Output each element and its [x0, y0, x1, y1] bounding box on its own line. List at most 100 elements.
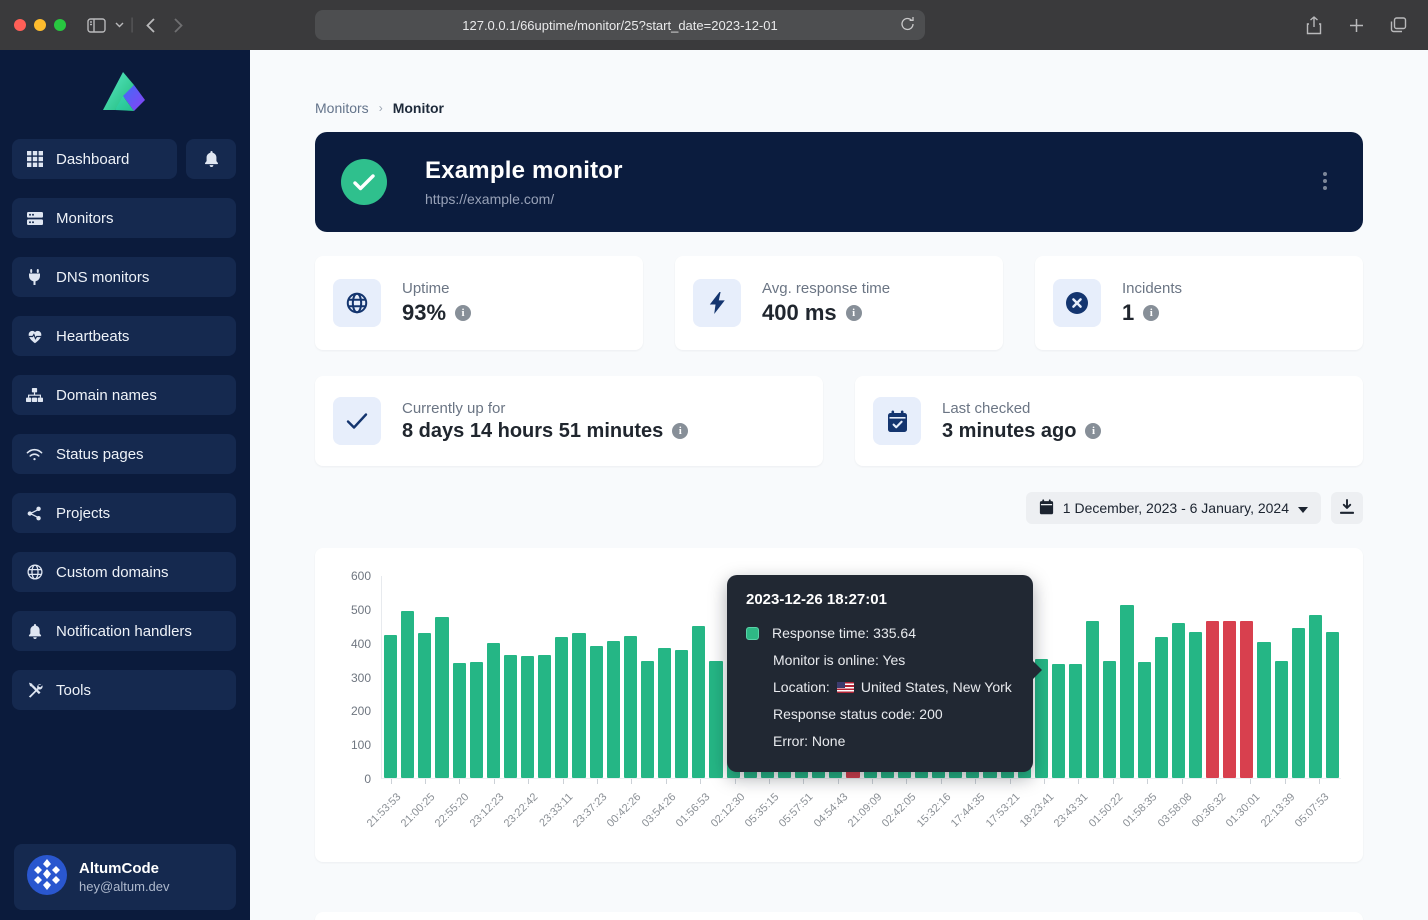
chart-bar[interactable] [1292, 628, 1305, 778]
download-icon [1340, 499, 1354, 517]
chart-bar[interactable] [1138, 662, 1151, 778]
tooltip-status-code: Response status code: 200 [746, 701, 1012, 728]
chart-bar[interactable] [1069, 664, 1082, 778]
sidebar-item-custom-domains[interactable]: Custom domains [12, 552, 236, 592]
forward-button[interactable] [164, 11, 192, 39]
x-tick-mark [597, 779, 598, 784]
chart-bar[interactable] [641, 661, 654, 778]
chart-bar[interactable] [1103, 661, 1116, 778]
chart-bar[interactable] [1309, 615, 1322, 778]
chart-bar[interactable] [1172, 623, 1185, 778]
account-card[interactable]: AltumCode hey@altum.dev [14, 844, 236, 910]
sidebar-item-monitors[interactable]: Monitors [12, 198, 236, 238]
chart-bar[interactable] [435, 617, 448, 778]
chart-bar[interactable] [1326, 632, 1339, 778]
chart-bar[interactable] [538, 655, 551, 778]
reload-icon[interactable] [900, 16, 915, 35]
x-tick-label: 21:09:09 [846, 791, 885, 830]
x-tick-label: 15:32:16 [915, 791, 954, 830]
monitor-options-menu-icon[interactable] [1319, 168, 1331, 194]
info-icon[interactable]: i [672, 423, 688, 439]
sidebar-toggle-icon[interactable] [82, 11, 110, 39]
chart-tooltip: 2023-12-26 18:27:01 Response time: 335.6… [727, 575, 1033, 772]
tab-overview-icon[interactable] [1384, 11, 1412, 39]
sidebar-item-notification-handlers[interactable]: Notification handlers [12, 611, 236, 651]
y-tick-label: 500 [351, 603, 371, 617]
y-tick-label: 600 [351, 569, 371, 583]
chart-bar[interactable] [624, 636, 637, 778]
info-icon[interactable]: i [846, 305, 862, 321]
download-report-button[interactable] [1331, 492, 1363, 524]
x-tick-label: 17:53:21 [983, 791, 1022, 830]
chart-bar[interactable] [1275, 661, 1288, 778]
chevron-down-icon[interactable] [110, 11, 128, 39]
sidebar-item-dns-monitors[interactable]: DNS monitors [12, 257, 236, 297]
sidebar-item-status-pages[interactable]: Status pages [12, 434, 236, 474]
bell-icon [26, 624, 43, 639]
x-tick-label: 05:07:53 [1293, 791, 1332, 830]
globe-icon [333, 279, 381, 327]
minimize-window-button[interactable] [34, 19, 46, 31]
sidebar-item-tools[interactable]: Tools [12, 670, 236, 710]
next-section-card [315, 912, 1363, 920]
chart-bar[interactable] [555, 637, 568, 778]
sidebar: Dashboard Monitors DNS monitors [0, 50, 250, 920]
chart-bar[interactable] [1155, 637, 1168, 778]
chart-bar-down[interactable] [1240, 621, 1253, 778]
sidebar-item-heartbeats[interactable]: Heartbeats [12, 316, 236, 356]
window-controls [14, 19, 66, 31]
chart-bar[interactable] [607, 641, 620, 778]
calendar-icon [1039, 499, 1054, 518]
zoom-window-button[interactable] [54, 19, 66, 31]
chart-bar[interactable] [1189, 632, 1202, 778]
chart-bar[interactable] [658, 648, 671, 778]
monitor-header-card: Example monitor https://example.com/ [315, 132, 1363, 232]
x-tick-mark [803, 779, 804, 784]
x-tick-label: 22:55:20 [433, 791, 472, 830]
chart-bar[interactable] [675, 650, 688, 778]
chart-bar-down[interactable] [1223, 621, 1236, 778]
new-tab-icon[interactable] [1342, 11, 1370, 39]
breadcrumb-monitors-link[interactable]: Monitors [315, 100, 369, 116]
y-tick-label: 100 [351, 738, 371, 752]
sidebar-item-dashboard[interactable]: Dashboard [12, 139, 177, 179]
grid-icon [26, 151, 43, 167]
monitor-url[interactable]: https://example.com/ [425, 191, 623, 207]
tooltip-error: Error: None [746, 728, 1012, 755]
chart-bar[interactable] [504, 655, 517, 778]
chart-bar[interactable] [487, 643, 500, 778]
chart-bar[interactable] [692, 626, 705, 778]
date-range-picker[interactable]: 1 December, 2023 - 6 January, 2024 [1026, 492, 1321, 524]
chart-bar[interactable] [470, 662, 483, 778]
response-time-chart-card: 0100200300400500600 21:53:5321:00:2522:5… [315, 548, 1363, 862]
chart-bar[interactable] [418, 633, 431, 778]
chart-bar[interactable] [709, 661, 722, 778]
info-icon[interactable]: i [1085, 423, 1101, 439]
address-bar[interactable]: 127.0.0.1/66uptime/monitor/25?start_date… [315, 10, 925, 40]
info-icon[interactable]: i [455, 305, 471, 321]
chart-bar[interactable] [1052, 664, 1065, 778]
share-icon[interactable] [1300, 11, 1328, 39]
chart-bar-down[interactable] [1206, 621, 1219, 778]
chart-bar[interactable] [1086, 621, 1099, 778]
chart-bar[interactable] [453, 663, 466, 778]
x-tick-label: 21:00:25 [399, 791, 438, 830]
close-window-button[interactable] [14, 19, 26, 31]
chart-bar[interactable] [1120, 605, 1133, 778]
chart-bar[interactable] [521, 656, 534, 778]
x-tick-label: 23:22:42 [502, 791, 541, 830]
x-tick-label: 02:42:05 [880, 791, 919, 830]
chart-bar[interactable] [384, 635, 397, 778]
chart-bar[interactable] [401, 611, 414, 778]
sitemap-icon [26, 388, 43, 403]
notifications-button[interactable] [186, 139, 236, 179]
caret-down-icon [1298, 500, 1308, 516]
chart-bar[interactable] [572, 633, 585, 778]
chart-bar[interactable] [590, 646, 603, 778]
chart-bar[interactable] [1257, 642, 1270, 778]
sidebar-item-projects[interactable]: Projects [12, 493, 236, 533]
info-icon[interactable]: i [1143, 305, 1159, 321]
back-button[interactable] [136, 11, 164, 39]
altumcode-logo[interactable] [101, 70, 147, 117]
sidebar-item-domain-names[interactable]: Domain names [12, 375, 236, 415]
